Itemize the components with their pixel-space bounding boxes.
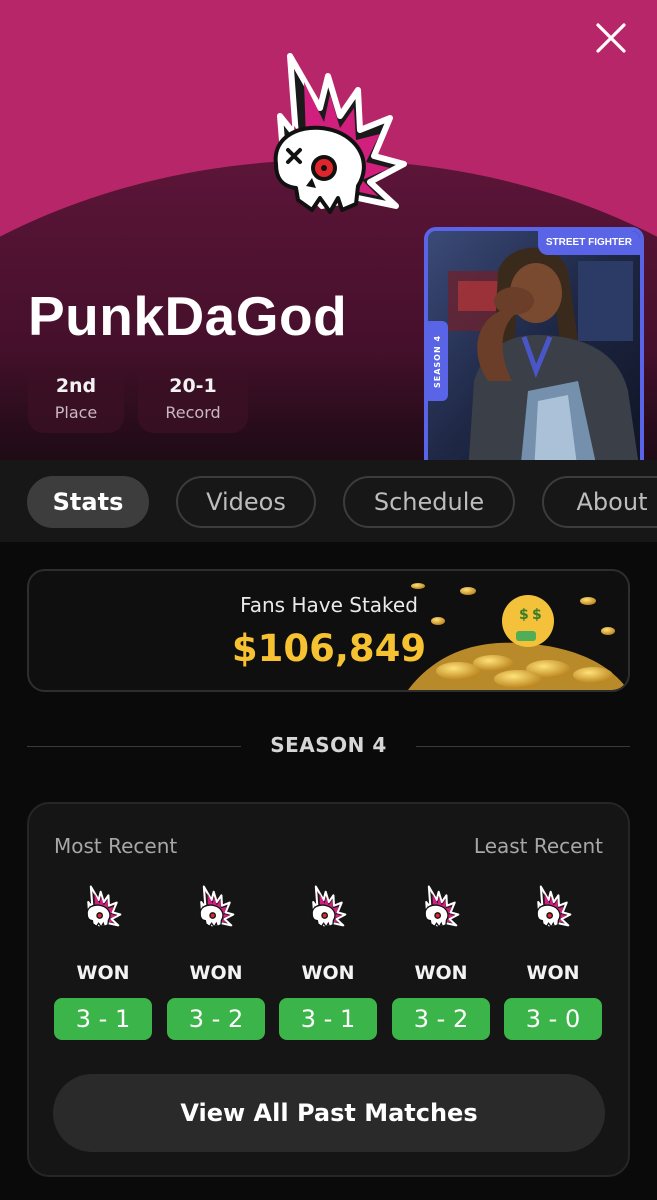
record-label: Record	[165, 403, 221, 422]
match-item[interactable]: WON 3 - 2	[391, 884, 491, 1040]
opponent-logo-icon	[166, 884, 266, 930]
record-stat: 20-1 Record	[138, 365, 248, 433]
punk-skull-logo-icon	[273, 53, 407, 214]
match-result: WON	[76, 962, 130, 984]
most-recent-label: Most Recent	[54, 834, 178, 858]
match-result: WON	[301, 962, 355, 984]
match-item[interactable]: WON 3 - 1	[278, 884, 378, 1040]
tab-schedule[interactable]: Schedule	[343, 476, 515, 528]
close-icon[interactable]	[591, 18, 631, 58]
staked-amount: $106,849	[231, 627, 427, 670]
place-label: Place	[54, 403, 98, 422]
match-item[interactable]: WON 3 - 1	[53, 884, 153, 1040]
place-value: 2nd	[55, 375, 97, 397]
match-item[interactable]: WON 3 - 2	[166, 884, 266, 1040]
opponent-logo-icon	[278, 884, 378, 930]
match-result: WON	[414, 962, 468, 984]
tab-bar: Stats Videos Schedule About	[0, 460, 657, 542]
view-all-matches-button[interactable]: View All Past Matches	[53, 1074, 605, 1152]
profile-header: PunkDaGod 2nd Place 20-1 Record SEASON 4…	[0, 0, 657, 460]
place-stat: 2nd Place	[28, 365, 124, 433]
opponent-logo-icon	[53, 884, 153, 930]
record-value: 20-1	[169, 375, 217, 397]
match-score-badge: 3 - 0	[504, 998, 602, 1040]
season-tag: SEASON 4	[428, 321, 448, 401]
match-score-badge: 3 - 1	[54, 998, 152, 1040]
tab-stats[interactable]: Stats	[27, 476, 149, 528]
fans-staked-banner: $ $ Fans Have Staked $106,849	[27, 569, 630, 692]
match-score-badge: 3 - 2	[392, 998, 490, 1040]
least-recent-label: Least Recent	[473, 834, 603, 858]
match-result: WON	[189, 962, 243, 984]
tab-about[interactable]: About	[542, 476, 657, 528]
player-name: PunkDaGod	[28, 285, 348, 347]
player-card[interactable]: SEASON 4 STREET FIGHTER	[424, 227, 644, 460]
staked-label: Fans Have Staked	[240, 593, 418, 617]
game-tag: STREET FIGHTER	[537, 231, 640, 255]
player-photo	[428, 231, 640, 460]
match-item[interactable]: WON 3 - 0	[503, 884, 603, 1040]
opponent-logo-icon	[503, 884, 603, 930]
opponent-logo-icon	[391, 884, 491, 930]
divider-right	[416, 746, 630, 747]
match-score-badge: 3 - 2	[167, 998, 265, 1040]
season-title: SEASON 4	[270, 733, 387, 757]
match-history-card: Most Recent Least Recent WON 3 - 1 WON 3 -…	[27, 802, 630, 1177]
match-result: WON	[526, 962, 580, 984]
tab-videos[interactable]: Videos	[176, 476, 316, 528]
match-score-badge: 3 - 1	[279, 998, 377, 1040]
